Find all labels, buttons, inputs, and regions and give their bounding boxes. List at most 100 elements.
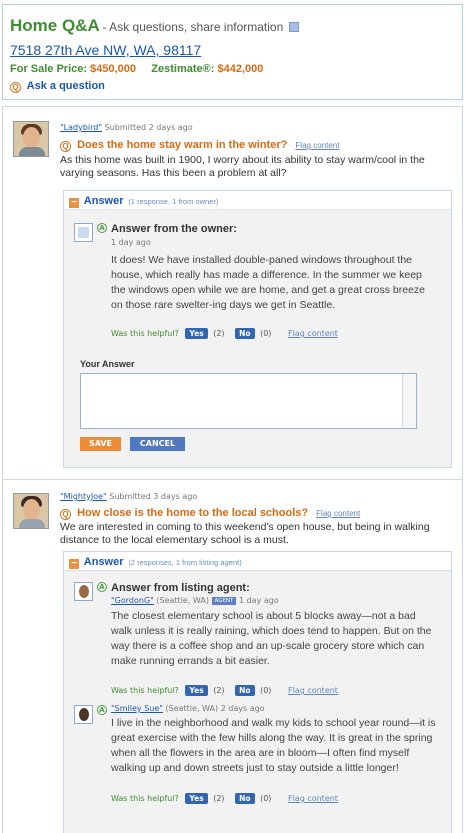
avatar-shirt-shape <box>19 147 45 156</box>
answer-header[interactable]: − Answer (1 response, 1 from owner) <box>64 191 451 210</box>
answer-meta: "Smiley Sue" (Seattle, WA) 2 days ago <box>111 704 265 713</box>
no-button[interactable]: No <box>235 685 255 696</box>
question-body: As this home was built in 1900, I worry … <box>60 154 425 179</box>
username-link[interactable]: "MightyJoe" <box>60 492 107 501</box>
flag-content-link[interactable]: Flag content <box>295 141 339 150</box>
flag-content-link[interactable]: Flag content <box>288 686 338 695</box>
answer-body: The closest elementary school is about 5… <box>111 610 432 667</box>
answer-title: Answer from listing agent: <box>111 582 250 594</box>
question-title-text: How close is the home to the local schoo… <box>77 507 309 519</box>
user-avatar[interactable] <box>74 705 93 724</box>
answer-time: 1 day ago <box>238 596 279 605</box>
zestimate-label: Zestimate®: <box>151 63 215 75</box>
sale-price: $450,000 <box>90 63 136 75</box>
helpful-label: Was this helpful? <box>111 794 179 803</box>
question-body: We are interested in coming to this week… <box>60 521 430 546</box>
question-item: "Ladybird" Submitted 2 days ago Q Does t… <box>3 107 462 479</box>
username-link[interactable]: "GordonG" <box>111 596 154 605</box>
ask-question-label[interactable]: Ask a question <box>27 80 105 92</box>
qa-list: "Ladybird" Submitted 2 days ago Q Does t… <box>2 106 463 833</box>
avatar-face-shape <box>23 499 40 520</box>
answer-icon: A <box>97 582 107 592</box>
avatar[interactable] <box>13 493 49 529</box>
page-title: Home Q&A - Ask questions, share informat… <box>10 16 300 36</box>
helpful-row: Was this helpful? Yes (2) No (0) Flag co… <box>111 328 338 339</box>
answer-item: A Answer from the owner: 1 day ago It do… <box>74 221 439 341</box>
answer-title: Answer from the owner: <box>111 223 237 235</box>
question-icon: Q <box>60 509 71 520</box>
zestimate-value: $442,000 <box>217 63 264 75</box>
no-count: (0) <box>260 686 272 695</box>
yes-count: (2) <box>213 686 225 695</box>
answer-panel: − Answer (1 response, 1 from owner) A An… <box>63 190 452 468</box>
answer-meta: "GordonG" (Seattle, WA) AGENT 1 day ago <box>111 596 279 605</box>
info-icon[interactable] <box>289 22 300 32</box>
helpful-label: Was this helpful? <box>111 686 179 695</box>
answer-textarea[interactable] <box>80 373 417 429</box>
page-title-text: Home Q&A <box>10 16 100 35</box>
answer-item: A "Smiley Sue" (Seattle, WA) 2 days ago … <box>74 703 439 833</box>
answer-body: I live in the neighborhood and walk my k… <box>111 717 436 774</box>
agent-avatar-portrait-shape <box>79 585 89 598</box>
your-answer-label: Your Answer <box>80 359 135 369</box>
owner-avatar-inner-shape <box>78 227 89 238</box>
question-meta: "MightyJoe" Submitted 3 days ago <box>60 492 197 501</box>
username-link[interactable]: "Ladybird" <box>60 123 102 132</box>
flag-content-link[interactable]: Flag content <box>288 794 338 803</box>
user-avatar-portrait-shape <box>79 708 89 721</box>
submitted-time: Submitted 3 days ago <box>109 492 198 501</box>
answer-location: (Seattle, WA) <box>156 596 209 605</box>
home-qa-header: Home Q&A - Ask questions, share informat… <box>2 4 463 100</box>
sale-price-label: For Sale Price: <box>10 63 88 75</box>
answer-icon: A <box>97 705 107 715</box>
yes-button[interactable]: Yes <box>185 685 208 696</box>
cancel-button[interactable]: CANCEL <box>130 437 185 451</box>
avatar-face-shape <box>23 127 40 148</box>
no-count: (0) <box>260 794 272 803</box>
collapse-icon[interactable]: − <box>69 559 79 569</box>
username-link[interactable]: "Smiley Sue" <box>111 704 163 713</box>
answer-label: Answer <box>83 195 124 207</box>
yes-count: (2) <box>213 794 225 803</box>
save-button[interactable]: SAVE <box>80 437 121 451</box>
no-count: (0) <box>260 329 272 338</box>
question-item: "MightyJoe" Submitted 3 days ago Q How c… <box>3 479 462 833</box>
helpful-label: Was this helpful? <box>111 329 179 338</box>
answer-time: 2 days ago <box>220 704 265 713</box>
answer-count: (1 response, 1 from owner) <box>128 197 219 206</box>
flag-content-link[interactable]: Flag content <box>316 509 360 518</box>
answer-header[interactable]: − Answer (2 responses, 1 from listing ag… <box>64 552 451 571</box>
yes-button[interactable]: Yes <box>185 793 208 804</box>
question-title: Q Does the home stay warm in the winter?… <box>60 139 339 152</box>
helpful-row: Was this helpful? Yes (2) No (0) Flag co… <box>111 793 338 804</box>
no-button[interactable]: No <box>235 793 255 804</box>
answer-location: (Seattle, WA) <box>165 704 219 713</box>
yes-count: (2) <box>213 329 225 338</box>
answer-body: It does! We have installed double-paned … <box>111 254 426 311</box>
owner-avatar-icon <box>74 223 93 242</box>
answer-panel: − Answer (2 responses, 1 from listing ag… <box>63 551 452 833</box>
page-subtitle: - Ask questions, share information <box>102 20 284 34</box>
avatar[interactable] <box>13 121 49 157</box>
no-button[interactable]: No <box>235 328 255 339</box>
ask-question-link[interactable]: Q Ask a question <box>10 80 105 93</box>
answer-count: (2 responses, 1 from listing agent) <box>128 558 242 567</box>
question-icon: Q <box>10 82 21 93</box>
collapse-icon[interactable]: − <box>69 198 79 208</box>
helpful-row: Was this helpful? Yes (2) No (0) Flag co… <box>111 685 338 696</box>
agent-badge: AGENT <box>211 597 237 605</box>
answer-label: Answer <box>83 556 124 568</box>
textarea-scrollbar[interactable] <box>402 374 416 428</box>
submitted-time: Submitted 2 days ago <box>104 123 193 132</box>
answer-icon: A <box>97 223 107 233</box>
address-link[interactable]: 7518 27th Ave NW, WA, 98117 <box>10 42 201 58</box>
agent-avatar[interactable] <box>74 582 93 601</box>
question-meta: "Ladybird" Submitted 2 days ago <box>60 123 193 132</box>
yes-button[interactable]: Yes <box>185 328 208 339</box>
flag-content-link[interactable]: Flag content <box>288 329 338 338</box>
answer-time: 1 day ago <box>111 238 151 247</box>
question-title-text: Does the home stay warm in the winter? <box>77 139 288 151</box>
avatar-shirt-shape <box>19 519 45 528</box>
answer-item: A Answer from listing agent: "GordonG" (… <box>74 580 439 700</box>
question-icon: Q <box>60 141 71 152</box>
